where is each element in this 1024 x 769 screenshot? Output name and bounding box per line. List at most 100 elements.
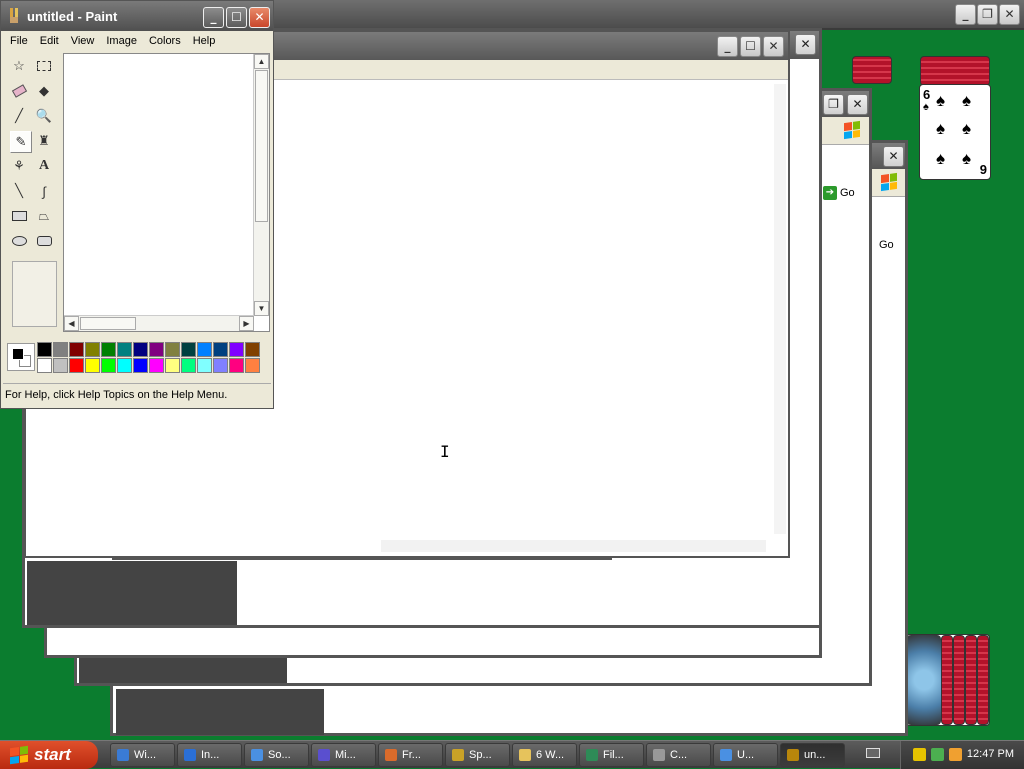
scroll-left-button[interactable]: ◀	[64, 316, 79, 331]
rounded-rectangle-icon[interactable]	[33, 230, 55, 252]
minimize-button[interactable]: _	[203, 7, 224, 28]
current-colors[interactable]	[7, 343, 35, 371]
taskbar-item[interactable]: un...	[780, 743, 845, 767]
tool-options-box[interactable]	[12, 261, 57, 327]
taskbar-item[interactable]: Fr...	[378, 743, 443, 767]
maximize-button[interactable]: ☐	[226, 7, 247, 28]
text-tool-icon[interactable]: A	[33, 155, 55, 177]
keyboard-icon[interactable]	[866, 748, 880, 758]
color-swatch[interactable]	[197, 342, 212, 357]
color-swatch[interactable]	[69, 358, 84, 373]
color-swatch[interactable]	[37, 358, 52, 373]
scroll-thumb[interactable]	[255, 70, 268, 222]
taskbar-item[interactable]: 6 W...	[512, 743, 577, 767]
taskbar-item[interactable]: Wi...	[110, 743, 175, 767]
color-swatch[interactable]	[69, 342, 84, 357]
curve-icon[interactable]: ∫	[33, 180, 55, 202]
color-swatch[interactable]	[149, 342, 164, 357]
polygon-icon[interactable]: ⏢	[33, 205, 55, 227]
paint-window[interactable]: untitled - Paint _ ☐ ✕ File Edit View Im…	[0, 0, 274, 409]
color-swatch[interactable]	[181, 342, 196, 357]
magnifier-icon[interactable]: 🔍	[33, 105, 55, 127]
scroll-thumb[interactable]	[80, 317, 136, 330]
maximize-button[interactable]: ☐	[740, 36, 761, 57]
color-swatch[interactable]	[117, 358, 132, 373]
rect-select-icon[interactable]	[33, 55, 55, 77]
color-swatch[interactable]	[101, 342, 116, 357]
close-button[interactable]: ✕	[999, 4, 1020, 25]
pencil-icon[interactable]: ✎	[10, 131, 32, 153]
menu-file[interactable]: File	[4, 35, 34, 47]
color-swatch[interactable]	[181, 358, 196, 373]
color-swatch[interactable]	[213, 358, 228, 373]
color-swatch[interactable]	[53, 358, 68, 373]
minimize-button[interactable]: _	[955, 4, 976, 25]
restore-button[interactable]: ❐	[977, 4, 998, 25]
taskbar-item[interactable]: Mi...	[311, 743, 376, 767]
horizontal-scrollbar[interactable]: ◀ ▶	[64, 315, 254, 331]
line-icon[interactable]: ╲	[8, 180, 30, 202]
color-swatch[interactable]	[117, 342, 132, 357]
color-swatch[interactable]	[133, 358, 148, 373]
minimize-button[interactable]: _	[717, 36, 738, 57]
horizontal-scrollbar[interactable]	[381, 540, 766, 552]
menu-help[interactable]: Help	[187, 35, 222, 47]
close-button[interactable]: ✕	[883, 146, 904, 167]
brush-icon[interactable]: ♜	[33, 130, 55, 152]
color-swatch[interactable]	[165, 358, 180, 373]
close-button[interactable]: ✕	[847, 94, 868, 115]
color-swatch[interactable]	[197, 358, 212, 373]
color-swatch[interactable]	[245, 358, 260, 373]
color-swatch[interactable]	[53, 342, 68, 357]
color-swatch[interactable]	[149, 358, 164, 373]
vertical-scrollbar[interactable]: ▲ ▼	[253, 54, 269, 316]
card-stack-back[interactable]	[852, 56, 892, 84]
color-swatch[interactable]	[85, 358, 100, 373]
eraser-icon[interactable]	[8, 80, 30, 102]
color-swatch[interactable]	[245, 342, 260, 357]
color-swatch[interactable]	[165, 342, 180, 357]
maximize-button[interactable]: ❐	[823, 94, 844, 115]
vertical-scrollbar[interactable]	[774, 84, 786, 534]
color-swatch[interactable]	[133, 342, 148, 357]
taskbar-item[interactable]: U...	[713, 743, 778, 767]
taskbar-item[interactable]: Sp...	[445, 743, 510, 767]
close-button[interactable]: ✕	[763, 36, 784, 57]
go-button[interactable]: Go	[879, 239, 894, 251]
network-icon[interactable]	[931, 748, 944, 761]
rectangle-icon[interactable]	[8, 205, 30, 227]
search-icon[interactable]	[949, 748, 962, 761]
card-stack[interactable]	[906, 634, 990, 726]
menu-image[interactable]: Image	[100, 35, 143, 47]
scroll-down-button[interactable]: ▼	[254, 301, 269, 316]
fill-bucket-icon[interactable]: ◆	[33, 80, 55, 102]
taskbar-item[interactable]: So...	[244, 743, 309, 767]
color-picker-icon[interactable]: ╱	[8, 105, 30, 127]
taskbar-item[interactable]: In...	[177, 743, 242, 767]
color-swatch[interactable]	[229, 358, 244, 373]
close-button[interactable]: ✕	[249, 7, 270, 28]
drawing-canvas[interactable]	[66, 56, 252, 314]
menu-edit[interactable]: Edit	[34, 35, 65, 47]
taskbar-item[interactable]: Fil...	[579, 743, 644, 767]
card-stack-back[interactable]	[920, 56, 990, 86]
color-swatch[interactable]	[85, 342, 100, 357]
go-button[interactable]: ➔ Go	[823, 186, 855, 200]
color-swatch[interactable]	[229, 342, 244, 357]
taskbar-item[interactable]: C...	[646, 743, 711, 767]
menu-view[interactable]: View	[65, 35, 101, 47]
scroll-right-button[interactable]: ▶	[239, 316, 254, 331]
paint-titlebar[interactable]: untitled - Paint _ ☐ ✕	[1, 1, 273, 31]
solitaire-titlebar[interactable]: _ ❐ ✕	[272, 0, 1024, 30]
airbrush-icon[interactable]: ⚘	[8, 155, 30, 177]
playing-card-six-spades[interactable]: 6 ♠ ♠ ♠ ♠ ♠ ♠ ♠ 9	[919, 84, 991, 180]
free-select-icon[interactable]: ☆	[8, 55, 30, 77]
security-shield-icon[interactable]	[913, 748, 926, 761]
scroll-up-button[interactable]: ▲	[254, 54, 269, 69]
close-button[interactable]: ✕	[795, 34, 816, 55]
color-swatch[interactable]	[37, 342, 52, 357]
start-button[interactable]: start	[0, 741, 98, 769]
color-swatch[interactable]	[101, 358, 116, 373]
menu-colors[interactable]: Colors	[143, 35, 187, 47]
ellipse-icon[interactable]	[8, 230, 30, 252]
